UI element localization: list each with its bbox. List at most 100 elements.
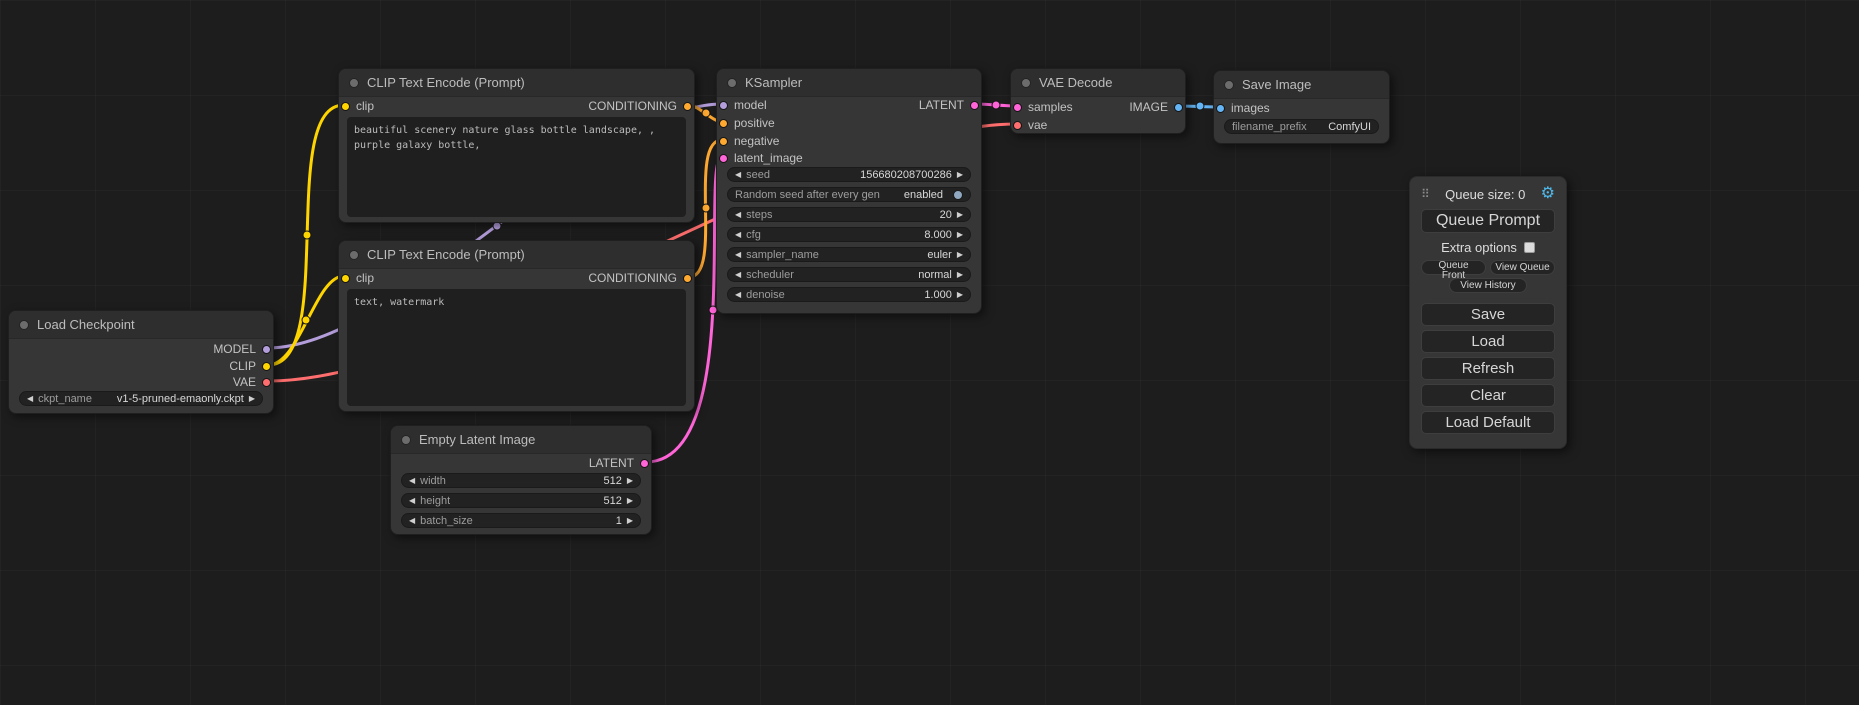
latent-slot-dot[interactable] — [640, 459, 649, 468]
conditioning-slot-dot[interactable] — [719, 119, 728, 128]
latent-slot-dot[interactable] — [970, 101, 979, 110]
clip-slot-dot[interactable] — [341, 274, 350, 283]
output-slot-image[interactable]: IMAGE — [1129, 100, 1183, 114]
batch-size-widget[interactable]: ◀ batch_size 1 ▶ — [401, 513, 641, 528]
collapse-dot-icon[interactable] — [349, 250, 359, 260]
drag-handle-icon[interactable]: ⠿ — [1421, 187, 1430, 201]
node-clip-text-encode-negative[interactable]: CLIP Text Encode (Prompt) clip CONDITION… — [338, 240, 695, 412]
view-queue-button[interactable]: View Queue — [1490, 260, 1555, 275]
node-header[interactable]: VAE Decode — [1011, 69, 1185, 97]
input-slot-images[interactable]: images — [1216, 101, 1270, 115]
output-slot-vae[interactable]: VAE — [233, 375, 271, 389]
width-widget[interactable]: ◀ width 512 ▶ — [401, 473, 641, 488]
clip-slot-dot[interactable] — [341, 102, 350, 111]
input-slot-positive[interactable]: positive — [719, 116, 775, 130]
input-slot-clip[interactable]: clip — [341, 271, 374, 285]
input-slot-negative[interactable]: negative — [719, 134, 779, 148]
save-button[interactable]: Save — [1421, 303, 1555, 326]
arrow-right-icon[interactable]: ▶ — [249, 395, 255, 403]
collapse-dot-icon[interactable] — [727, 78, 737, 88]
extra-options-checkbox[interactable] — [1524, 242, 1535, 253]
queue-prompt-button[interactable]: Queue Prompt — [1421, 209, 1555, 233]
latent-slot-dot[interactable] — [719, 154, 728, 163]
view-history-button[interactable]: View History — [1449, 278, 1527, 293]
prompt-text-input[interactable]: beautiful scenery nature glass bottle la… — [347, 117, 686, 217]
input-slot-model[interactable]: model — [719, 98, 767, 112]
node-vae-decode[interactable]: VAE Decode samples vae IMAGE — [1010, 68, 1186, 134]
seed-widget[interactable]: ◀ seed 156680208700286 ▶ — [727, 167, 971, 182]
toggle-dot-icon[interactable] — [953, 190, 963, 200]
load-default-button[interactable]: Load Default — [1421, 411, 1555, 434]
arrow-right-icon[interactable]: ▶ — [627, 477, 633, 485]
refresh-button[interactable]: Refresh — [1421, 357, 1555, 380]
input-slot-latent-image[interactable]: latent_image — [719, 151, 803, 165]
output-slot-latent[interactable]: LATENT — [589, 456, 649, 470]
node-empty-latent-image[interactable]: Empty Latent Image LATENT ◀ width 512 ▶ … — [390, 425, 652, 535]
scheduler-widget[interactable]: ◀ scheduler normal ▶ — [727, 267, 971, 282]
node-ksampler[interactable]: KSampler model positive negative latent_… — [716, 68, 982, 314]
node-graph-canvas[interactable]: Load Checkpoint MODEL CLIP VAE ◀ ckpt_na… — [0, 0, 1859, 705]
comfy-menu-panel[interactable]: ⠿ Queue size: 0 ⚙ Queue Prompt Extra opt… — [1409, 176, 1567, 449]
collapse-dot-icon[interactable] — [349, 78, 359, 88]
arrow-right-icon[interactable]: ▶ — [957, 231, 963, 239]
latent-slot-dot[interactable] — [1013, 103, 1022, 112]
output-slot-conditioning[interactable]: CONDITIONING — [588, 271, 692, 285]
node-save-image[interactable]: Save Image images filename_prefix ComfyU… — [1213, 70, 1390, 144]
arrow-left-icon[interactable]: ◀ — [735, 291, 741, 299]
node-clip-text-encode-positive[interactable]: CLIP Text Encode (Prompt) clip CONDITION… — [338, 68, 695, 223]
collapse-dot-icon[interactable] — [401, 435, 411, 445]
image-slot-dot[interactable] — [1216, 104, 1225, 113]
load-button[interactable]: Load — [1421, 330, 1555, 353]
collapse-dot-icon[interactable] — [1021, 78, 1031, 88]
node-header[interactable]: Empty Latent Image — [391, 426, 651, 454]
clear-button[interactable]: Clear — [1421, 384, 1555, 407]
filename-prefix-widget[interactable]: filename_prefix ComfyUI — [1224, 119, 1379, 134]
arrow-left-icon[interactable]: ◀ — [409, 497, 415, 505]
collapse-dot-icon[interactable] — [1224, 80, 1234, 90]
arrow-right-icon[interactable]: ▶ — [957, 271, 963, 279]
arrow-left-icon[interactable]: ◀ — [409, 517, 415, 525]
collapse-dot-icon[interactable] — [19, 320, 29, 330]
ckpt-name-widget[interactable]: ◀ ckpt_name v1-5-pruned-emaonly.ckpt ▶ — [19, 391, 263, 406]
node-header[interactable]: Load Checkpoint — [9, 311, 273, 339]
node-header[interactable]: Save Image — [1214, 71, 1389, 99]
output-slot-conditioning[interactable]: CONDITIONING — [588, 99, 692, 113]
model-slot-dot[interactable] — [262, 345, 271, 354]
cfg-widget[interactable]: ◀ cfg 8.000 ▶ — [727, 227, 971, 242]
node-load-checkpoint[interactable]: Load Checkpoint MODEL CLIP VAE ◀ ckpt_na… — [8, 310, 274, 414]
arrow-left-icon[interactable]: ◀ — [735, 171, 741, 179]
conditioning-slot-dot[interactable] — [683, 274, 692, 283]
output-slot-model[interactable]: MODEL — [213, 342, 271, 356]
arrow-right-icon[interactable]: ▶ — [957, 291, 963, 299]
steps-widget[interactable]: ◀ steps 20 ▶ — [727, 207, 971, 222]
vae-slot-dot[interactable] — [1013, 121, 1022, 130]
model-slot-dot[interactable] — [719, 101, 728, 110]
node-header[interactable]: CLIP Text Encode (Prompt) — [339, 241, 694, 269]
node-header[interactable]: CLIP Text Encode (Prompt) — [339, 69, 694, 97]
sampler-name-widget[interactable]: ◀ sampler_name euler ▶ — [727, 247, 971, 262]
arrow-right-icon[interactable]: ▶ — [957, 251, 963, 259]
arrow-right-icon[interactable]: ▶ — [957, 171, 963, 179]
arrow-right-icon[interactable]: ▶ — [627, 517, 633, 525]
output-slot-latent[interactable]: LATENT — [919, 98, 979, 112]
input-slot-vae[interactable]: vae — [1013, 118, 1047, 132]
arrow-right-icon[interactable]: ▶ — [957, 211, 963, 219]
denoise-widget[interactable]: ◀ denoise 1.000 ▶ — [727, 287, 971, 302]
input-slot-samples[interactable]: samples — [1013, 100, 1073, 114]
arrow-left-icon[interactable]: ◀ — [735, 271, 741, 279]
vae-slot-dot[interactable] — [262, 378, 271, 387]
prompt-text-input[interactable]: text, watermark — [347, 289, 686, 406]
random-seed-toggle-widget[interactable]: Random seed after every gen enabled — [727, 187, 971, 202]
arrow-left-icon[interactable]: ◀ — [27, 395, 33, 403]
output-slot-clip[interactable]: CLIP — [229, 359, 271, 373]
clip-slot-dot[interactable] — [262, 362, 271, 371]
queue-front-button[interactable]: Queue Front — [1421, 260, 1486, 275]
gear-icon[interactable]: ⚙ — [1541, 186, 1555, 202]
conditioning-slot-dot[interactable] — [683, 102, 692, 111]
image-slot-dot[interactable] — [1174, 103, 1183, 112]
arrow-left-icon[interactable]: ◀ — [735, 211, 741, 219]
height-widget[interactable]: ◀ height 512 ▶ — [401, 493, 641, 508]
arrow-left-icon[interactable]: ◀ — [735, 251, 741, 259]
arrow-right-icon[interactable]: ▶ — [627, 497, 633, 505]
conditioning-slot-dot[interactable] — [719, 137, 728, 146]
